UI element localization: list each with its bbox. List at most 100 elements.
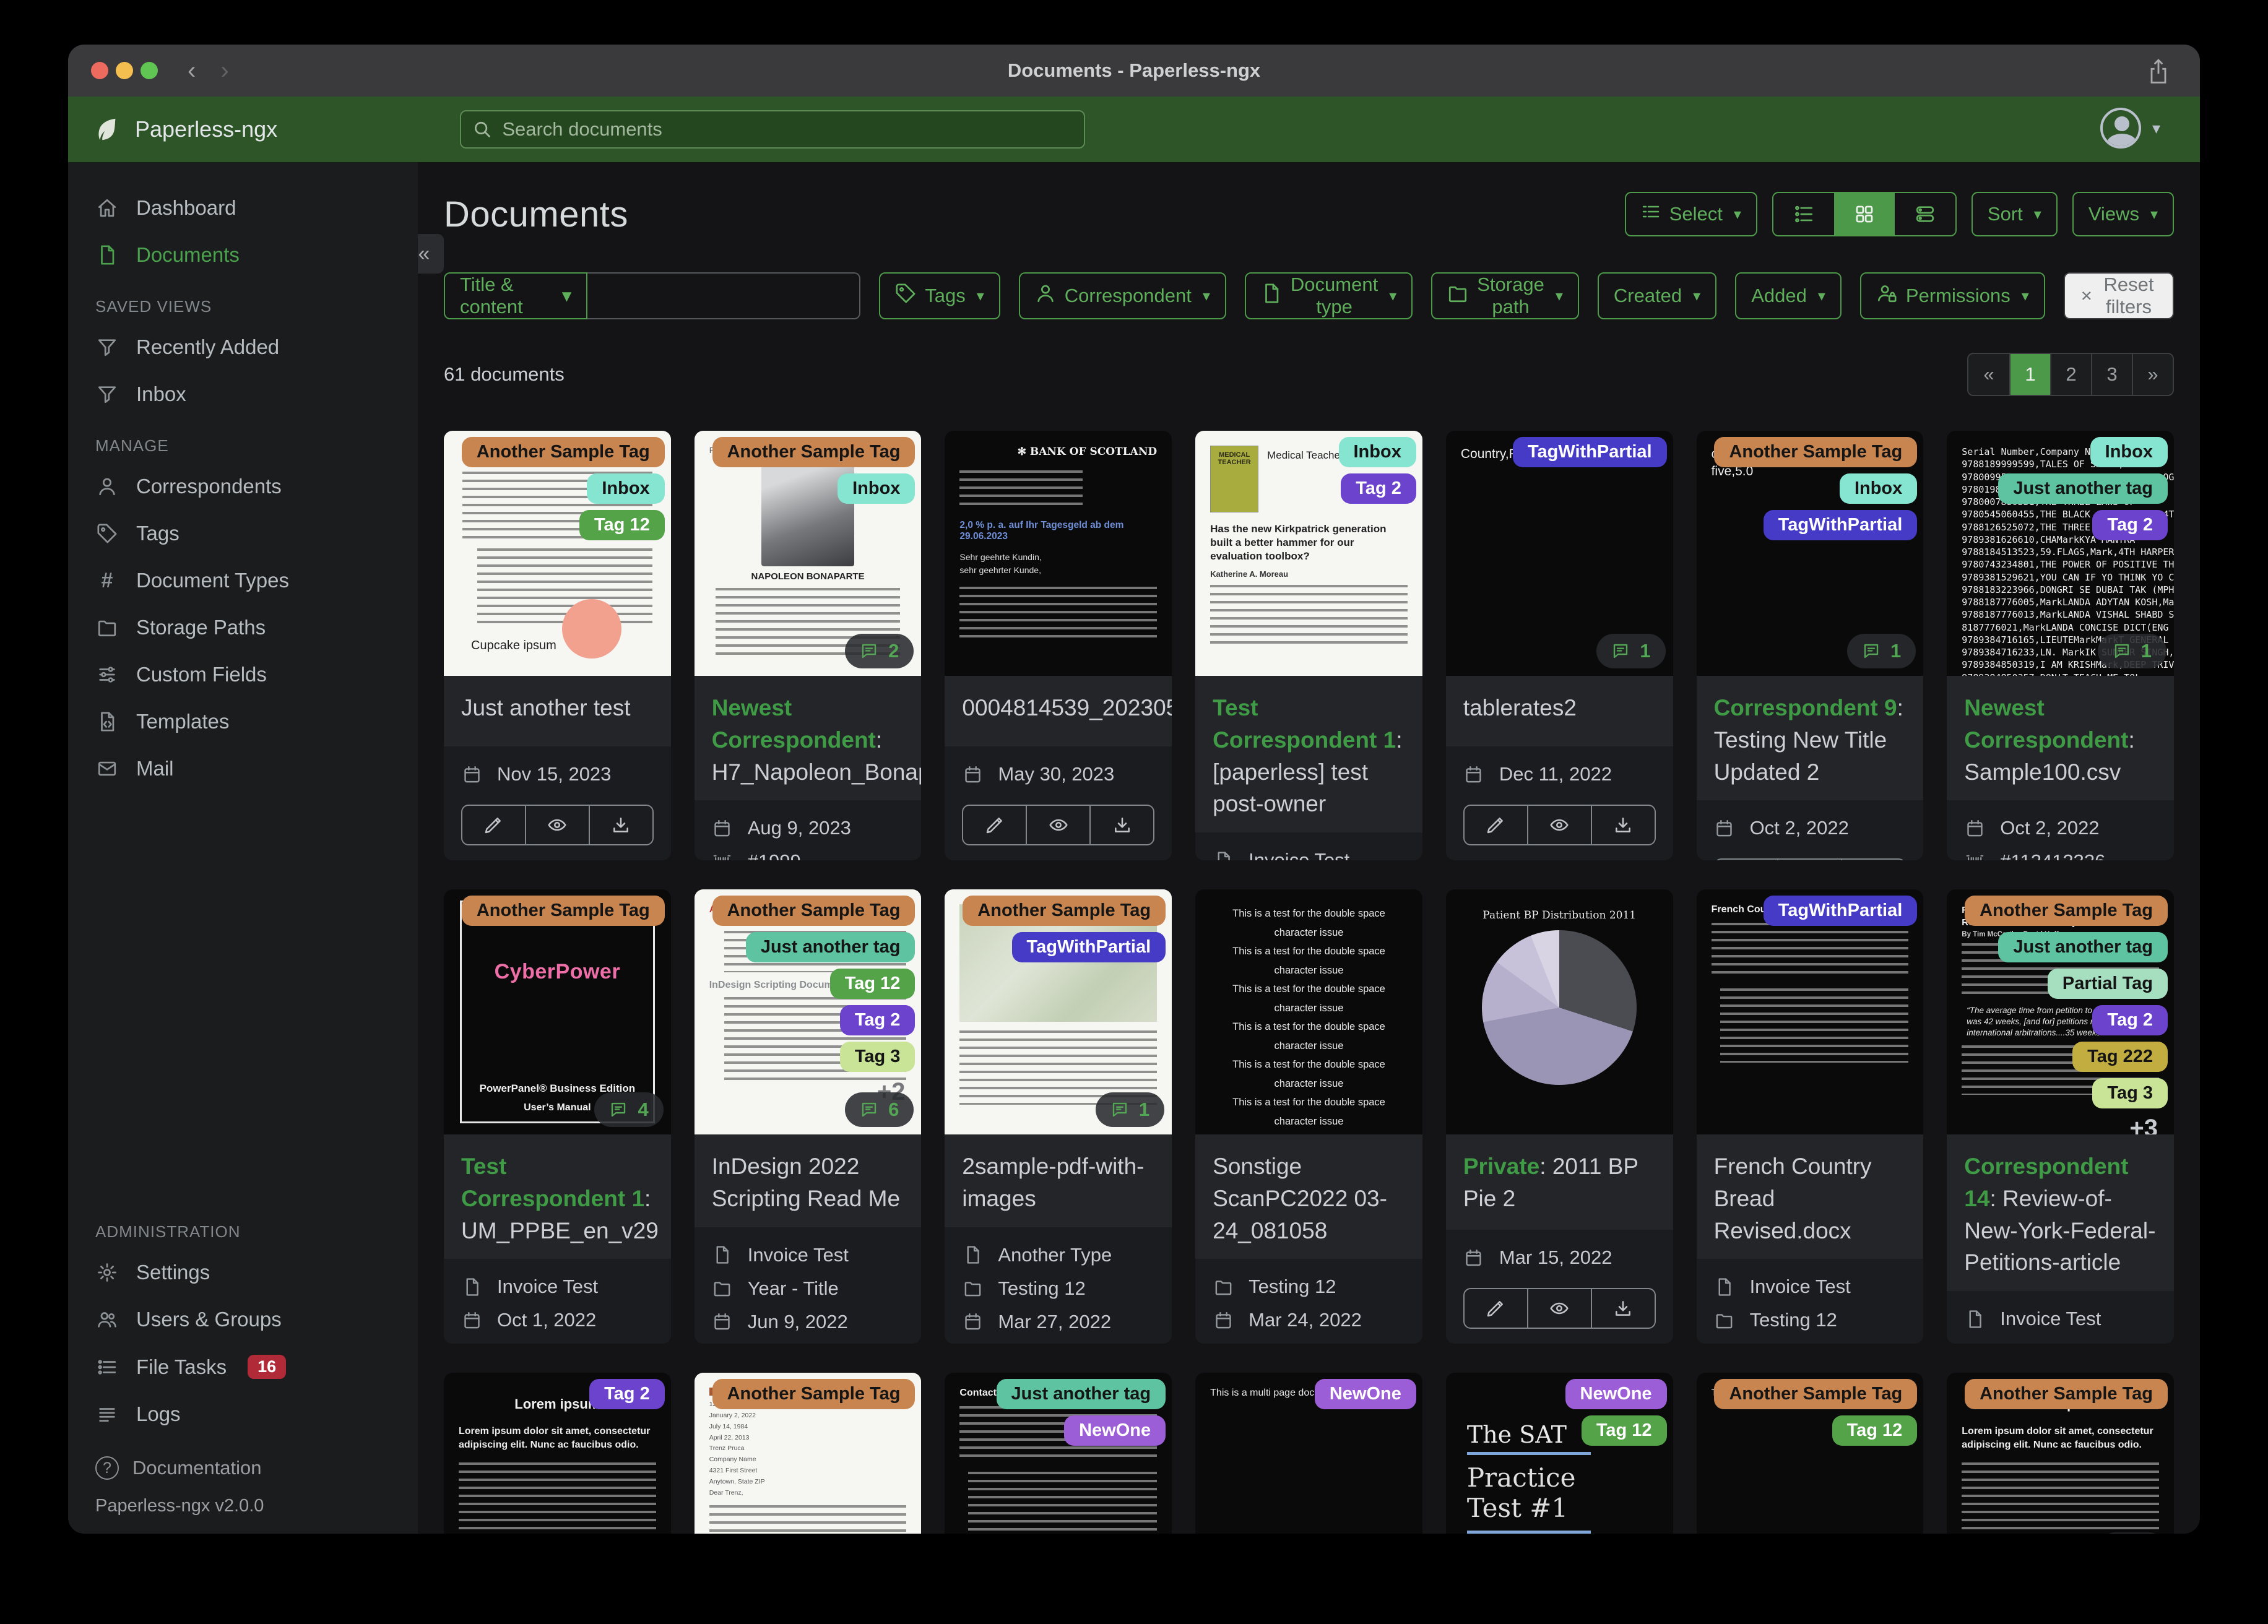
sidebar-item-documents[interactable]: Documents: [68, 231, 418, 279]
tag-another-sample-tag[interactable]: Another Sample Tag: [1714, 1379, 1918, 1409]
edit-document-button[interactable]: [963, 806, 1026, 844]
document-title[interactable]: 0004814539_20230531: [945, 676, 1172, 746]
tag-tag-12[interactable]: Tag 12: [1581, 1415, 1667, 1446]
sidebar-item-inbox[interactable]: Inbox: [68, 371, 418, 418]
tag-tagwithpartial[interactable]: TagWithPartial: [1512, 437, 1667, 467]
correspondent-link[interactable]: Test Correspondent 1: [461, 1154, 644, 1211]
tag-tag-2[interactable]: Tag 2: [2092, 1005, 2168, 1035]
edit-document-button[interactable]: [462, 806, 525, 844]
tag-tag-3[interactable]: Tag 3: [2092, 1078, 2168, 1108]
correspondent-filter-button[interactable]: Correspondent ▾: [1018, 272, 1226, 319]
tag-tag-12[interactable]: Tag 12: [829, 969, 915, 999]
sidebar-item-correspondents[interactable]: Correspondents: [68, 463, 418, 510]
notes-badge[interactable]: 1: [2097, 634, 2166, 668]
tag-just-another-tag[interactable]: Just another tag: [1998, 473, 2168, 504]
document-title[interactable]: Test Correspondent 1: UM_PPBE_en_v29: [444, 1134, 671, 1259]
sidebar-item-logs[interactable]: Logs: [68, 1391, 418, 1438]
download-document-button[interactable]: [1089, 806, 1153, 844]
created-filter-button[interactable]: Created ▾: [1597, 272, 1717, 319]
document-thumbnail[interactable]: Serial Number,Company Name,Employe 978818…: [1947, 431, 2174, 676]
page-last-button[interactable]: »: [2132, 354, 2173, 395]
document-thumbnail[interactable]: Boundary Waters TripAnother Sample TagTa…: [945, 889, 1172, 1134]
sidebar-item-custom-fields[interactable]: Custom Fields: [68, 651, 418, 698]
document-thumbnail[interactable]: AdoInDesign Scripting DocumentationAnoth…: [694, 889, 922, 1134]
permissions-filter-button[interactable]: Permissions ▾: [1859, 272, 2045, 319]
tag-another-sample-tag[interactable]: Another Sample Tag: [712, 896, 915, 926]
download-document-button[interactable]: [1590, 1289, 1655, 1328]
search-input[interactable]: [502, 118, 1073, 140]
tag-tag-12[interactable]: Tag 12: [1832, 1415, 1918, 1446]
user-menu[interactable]: ▾: [2100, 108, 2160, 149]
tag-just-another-tag[interactable]: Just another tag: [745, 932, 915, 962]
edit-document-button[interactable]: [1465, 806, 1527, 844]
document-title[interactable]: tablerates2: [1445, 676, 1673, 746]
views-button[interactable]: Views ▾: [2072, 192, 2174, 236]
tag-tag-222[interactable]: Tag 222: [2072, 1042, 2168, 1072]
document-thumbnail[interactable]: CyberPower PowerPanel® Business Edition Us…: [444, 889, 671, 1134]
notes-badge[interactable]: 1: [1095, 1092, 1165, 1127]
sidebar-item-dashboard[interactable]: Dashboard: [68, 184, 418, 231]
share-icon[interactable]: [2147, 58, 2170, 89]
tag-another-sample-tag[interactable]: Another Sample Tag: [1965, 896, 2168, 926]
sidebar-item-documentation[interactable]: ? Documentation: [95, 1448, 391, 1488]
correspondent-link[interactable]: Correspondent 9: [1714, 695, 1897, 720]
document-thumbnail[interactable]: The SATPracticeTest #1Make time to take …: [1445, 1373, 1673, 1534]
sidebar-item-templates[interactable]: Templates: [68, 698, 418, 745]
notes-badge[interactable]: 2: [845, 634, 914, 668]
tag-partial-tag[interactable]: Partial Tag: [2047, 969, 2168, 999]
sidebar-item-users-groups[interactable]: Users & Groups: [68, 1296, 418, 1343]
tag-tag-2[interactable]: Tag 2: [2092, 510, 2168, 540]
sidebar-item-mail[interactable]: Mail: [68, 745, 418, 792]
page-1-button[interactable]: 1: [2009, 354, 2050, 395]
edit-document-button[interactable]: [1465, 1289, 1527, 1328]
document-thumbnail[interactable]: Contact Sheet DemoJust another tagNewOne: [945, 1373, 1172, 1534]
global-search[interactable]: [460, 110, 1085, 149]
view-mode-grid[interactable]: [1833, 193, 1895, 235]
document-thumbnail[interactable]: one,1.0five,5.0Another Sample TagInboxTa…: [1696, 431, 1924, 676]
tag-tagwithpartial[interactable]: TagWithPartial: [1763, 896, 1918, 926]
document-thumbnail[interactable]: Francja pod rNAPOLEON BONAPARTEAnother S…: [694, 431, 922, 676]
page-2-button[interactable]: 2: [2050, 354, 2091, 395]
reset-filters-button[interactable]: × Reset filters: [2063, 272, 2174, 319]
view-mode-details[interactable]: [1895, 193, 1955, 235]
sidebar-item-storage-paths[interactable]: Storage Paths: [68, 604, 418, 651]
sidebar-item-tags[interactable]: Tags: [68, 510, 418, 557]
view-document-button[interactable]: [1526, 1289, 1591, 1328]
tag-another-sample-tag[interactable]: Another Sample Tag: [1965, 1379, 2168, 1409]
document-title[interactable]: Just another test: [444, 676, 671, 746]
view-document-button[interactable]: [524, 806, 589, 844]
notes-badge[interactable]: 4: [594, 1092, 664, 1127]
tag-another-sample-tag[interactable]: Another Sample Tag: [712, 1379, 915, 1409]
tag-inbox[interactable]: Inbox: [1338, 437, 1416, 467]
tag-just-another-tag[interactable]: Just another tag: [996, 1379, 1166, 1409]
tag-tag-2[interactable]: Tag 2: [589, 1379, 665, 1409]
tag-tag-12[interactable]: Tag 12: [579, 510, 665, 540]
download-document-button[interactable]: [1590, 806, 1655, 844]
app-logo[interactable]: Paperless-ngx: [93, 115, 277, 144]
document-thumbnail[interactable]: This is a testAnother Sample TagTag 12: [1696, 1373, 1924, 1534]
added-filter-button[interactable]: Added ▾: [1735, 272, 1842, 319]
document-thumbnail[interactable]: MEDICAL TEACHER Medical Teacher Has the ne…: [1195, 431, 1422, 676]
document-thumbnail[interactable]: This is a multi page document. Page 1. Ne…: [1195, 1373, 1422, 1534]
document-title[interactable]: French Country Bread Revised.docx: [1696, 1134, 1924, 1259]
title-content-filter-input[interactable]: [587, 272, 861, 319]
tag-inbox[interactable]: Inbox: [2090, 437, 2168, 467]
sort-button[interactable]: Sort ▾: [1971, 192, 2058, 236]
tag-tag-3[interactable]: Tag 3: [839, 1042, 915, 1072]
tag-another-sample-tag[interactable]: Another Sample Tag: [461, 437, 665, 467]
tag-another-sample-tag[interactable]: Another Sample Tag: [461, 896, 665, 926]
correspondent-link[interactable]: Newest Correspondent: [712, 695, 876, 753]
tag-newone[interactable]: NewOne: [1565, 1379, 1667, 1409]
tag-tagwithpartial[interactable]: TagWithPartial: [1763, 510, 1918, 540]
document-thumbnail[interactable]: French Country BreadTagWithPartial: [1696, 889, 1924, 1134]
sidebar-item-document-types[interactable]: # Document Types: [68, 557, 418, 604]
notes-badge[interactable]: 1: [1847, 634, 1916, 668]
tag-newone[interactable]: NewOne: [1314, 1379, 1416, 1409]
tag-another-sample-tag[interactable]: Another Sample Tag: [1714, 437, 1918, 467]
tag-inbox[interactable]: Inbox: [1839, 473, 1918, 504]
view-document-button[interactable]: [1026, 806, 1089, 844]
document-thumbnail[interactable]: Review of Arbitral Awards shows swift Re…: [1947, 889, 2174, 1134]
document-title[interactable]: Sonstige ScanPC2022 03-24_081058: [1195, 1134, 1422, 1259]
document-thumbnail[interactable]: This is a test for the double space char…: [1195, 889, 1422, 1134]
tag-inbox[interactable]: Inbox: [838, 473, 915, 504]
